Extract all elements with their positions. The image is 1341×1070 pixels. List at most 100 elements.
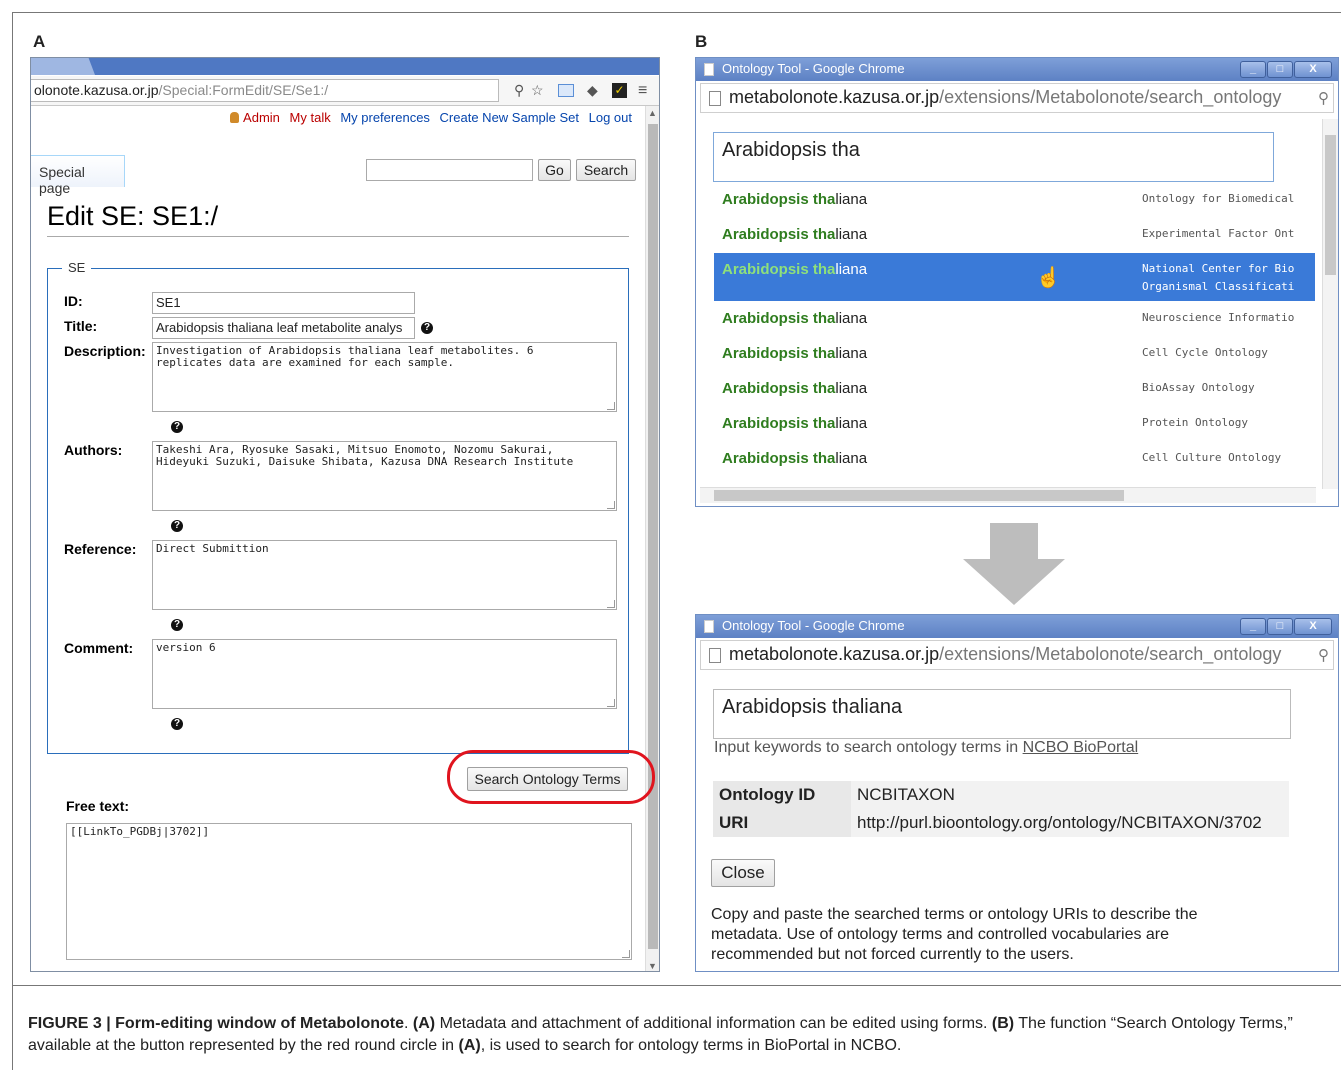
minimize-icon[interactable]: _ (1240, 618, 1266, 635)
scrollbar-thumb[interactable] (1325, 135, 1336, 275)
suggestion-match: Arabidopsis tha (722, 261, 836, 278)
close-window-icon[interactable]: X (1294, 618, 1332, 635)
close-button[interactable]: Close (711, 859, 775, 887)
autocomplete-list: Arabidopsis thaliana Ontology for Biomedi… (714, 183, 1315, 489)
scroll-down-icon[interactable]: ▼ (648, 961, 657, 971)
scrollbar-thumb[interactable] (714, 490, 1124, 501)
scroll-up-icon[interactable]: ▲ (648, 108, 657, 118)
description-help-icon[interactable]: ? (171, 421, 183, 433)
menu-icon[interactable]: ≡ (638, 82, 647, 100)
address-bar[interactable]: metabolonote.kazusa.or.jp/extensions/Met… (700, 640, 1334, 670)
resize-grip-icon[interactable] (607, 501, 615, 509)
maximize-icon[interactable]: □ (1267, 61, 1293, 78)
caption-text-end: , is used to search for ontology terms i… (480, 1037, 902, 1054)
ontology-tool-window-autocomplete: Ontology Tool - Google Chrome _ □ X metabo… (695, 57, 1339, 507)
autocomplete-item[interactable]: Arabidopsis thaliana Cell Cycle Ontology (714, 337, 1315, 371)
description-label: Description: (64, 343, 146, 359)
go-button[interactable]: Go (538, 159, 571, 181)
suggestion-rest: liana (835, 415, 868, 432)
page-icon (709, 648, 721, 663)
uri-label: URI (713, 809, 851, 837)
evernote-icon[interactable]: ◆ (587, 82, 598, 99)
suggestion-term: Arabidopsis thaliana (722, 310, 867, 327)
ncbo-bioportal-link[interactable]: NCBO BioPortal (1023, 739, 1139, 756)
title-help-icon[interactable]: ? (421, 322, 433, 334)
autocomplete-item[interactable]: Arabidopsis thaliana National Center for … (714, 253, 1315, 301)
authors-textarea[interactable]: Takeshi Ara, Ryosuke Sasaki, Mitsuo Enom… (152, 441, 617, 511)
page-title: Edit SE: SE1:/ (47, 201, 219, 231)
comment-textarea[interactable]: version 6 (152, 639, 617, 709)
comment-label: Comment: (64, 640, 134, 656)
scrollbar-thumb[interactable] (648, 124, 658, 949)
authors-help-icon[interactable]: ? (171, 520, 183, 532)
autocomplete-item[interactable]: Arabidopsis thaliana Ontology for Biomedi… (714, 183, 1315, 217)
comment-help-icon[interactable]: ? (171, 718, 183, 730)
caption-ref-a2: (A) (458, 1037, 481, 1054)
suggestion-term: Arabidopsis thaliana (722, 450, 867, 467)
caption-ref-a: (A) (412, 1015, 436, 1032)
log-out-link[interactable]: Log out (589, 110, 632, 125)
autocomplete-item[interactable]: Arabidopsis thaliana Protein Ontology (714, 407, 1315, 441)
uri-value: http://purl.bioontology.org/ontology/NCB… (851, 809, 1289, 837)
autocomplete-item[interactable]: Arabidopsis thaliana Cell Culture Ontolog… (714, 442, 1315, 476)
suggestion-rest: liana (835, 345, 868, 362)
id-field[interactable]: SE1 (152, 292, 415, 314)
search-button[interactable]: Search (576, 159, 636, 181)
checkmark-extension-icon[interactable]: ✓ (612, 83, 627, 98)
browser-tab[interactable] (31, 58, 95, 75)
my-talk-link[interactable]: My talk (290, 110, 331, 125)
page-scrollbar[interactable]: ▲ ▼ (645, 106, 659, 971)
title-label: Title: (64, 318, 98, 334)
url-field[interactable]: olonote.kazusa.or.jp/Special:FormEdit/SE… (31, 79, 499, 102)
vertical-scrollbar[interactable] (1322, 119, 1338, 489)
suggestion-rest: liana (835, 310, 868, 327)
tab-special-page[interactable]: Special page (31, 155, 125, 196)
url-host: metabolonote.kazusa.or.jp (729, 644, 940, 664)
se-fieldset: SE ID: SE1 Title: Arabidopsis thaliana l… (47, 260, 629, 754)
suggestion-rest: liana (835, 226, 868, 243)
close-window-icon[interactable]: X (1294, 61, 1332, 78)
authors-text: Takeshi Ara, Ryosuke Sasaki, Mitsuo Enom… (156, 443, 574, 468)
resize-grip-icon[interactable] (622, 950, 630, 958)
window-title: Ontology Tool - Google Chrome (722, 61, 905, 76)
bookmark-star-icon[interactable]: ☆ (531, 82, 544, 99)
autocomplete-item[interactable]: Arabidopsis thaliana Experimental Factor … (714, 218, 1315, 252)
figure-caption: FIGURE 3 | Form-editing window of Metabo… (28, 1015, 1293, 1054)
maximize-icon[interactable]: □ (1267, 618, 1293, 635)
free-text-textarea[interactable]: [[LinkTo_PGDBj|3702]] (66, 823, 632, 960)
zoom-icon[interactable]: ⚲ (1318, 646, 1329, 664)
extension-icon[interactable] (558, 84, 574, 97)
my-preferences-link[interactable]: My preferences (340, 110, 430, 125)
page-icon (704, 620, 714, 633)
ontology-search-input[interactable]: Arabidopsis thaliana (713, 689, 1291, 739)
zoom-icon[interactable]: ⚲ (1318, 89, 1329, 107)
free-text-label: Free text: (66, 798, 130, 814)
suggestion-ontology: BioAssay Ontology (1142, 381, 1255, 394)
description-textarea[interactable]: Investigation of Arabidopsis thaliana le… (152, 342, 617, 412)
authors-label: Authors: (64, 442, 123, 458)
reference-help-icon[interactable]: ? (171, 619, 183, 631)
table-row: Ontology ID NCBITAXON (713, 781, 1289, 809)
resize-grip-icon[interactable] (607, 402, 615, 410)
reference-textarea[interactable]: Direct Submittion (152, 540, 617, 610)
suggestion-match: Arabidopsis tha (722, 450, 836, 467)
title-field[interactable]: Arabidopsis thaliana leaf metabolite ana… (152, 317, 415, 339)
user-admin-link[interactable]: Admin (230, 110, 280, 125)
suggestion-term: Arabidopsis thaliana (722, 191, 867, 208)
resize-grip-icon[interactable] (607, 699, 615, 707)
suggestion-rest: liana (835, 191, 868, 208)
create-sample-set-link[interactable]: Create New Sample Set (440, 110, 579, 125)
horizontal-scrollbar[interactable] (700, 487, 1316, 503)
resize-grip-icon[interactable] (607, 600, 615, 608)
address-bar[interactable]: metabolonote.kazusa.or.jp/extensions/Met… (700, 83, 1334, 113)
wiki-search-input[interactable] (366, 159, 533, 181)
comment-text: version 6 (156, 641, 216, 654)
minimize-icon[interactable]: _ (1240, 61, 1266, 78)
autocomplete-item[interactable]: Arabidopsis thaliana Neuroscience Informa… (714, 302, 1315, 336)
suggestion-match: Arabidopsis tha (722, 415, 836, 432)
ontology-search-input[interactable]: Arabidopsis tha (713, 132, 1274, 182)
hand-cursor-icon: ☝ (1036, 267, 1061, 289)
window-title-bar: Ontology Tool - Google Chrome _ □ X (696, 58, 1338, 81)
autocomplete-item[interactable]: Arabidopsis thaliana BioAssay Ontology (714, 372, 1315, 406)
zoom-icon[interactable]: ⚲ (514, 82, 524, 99)
